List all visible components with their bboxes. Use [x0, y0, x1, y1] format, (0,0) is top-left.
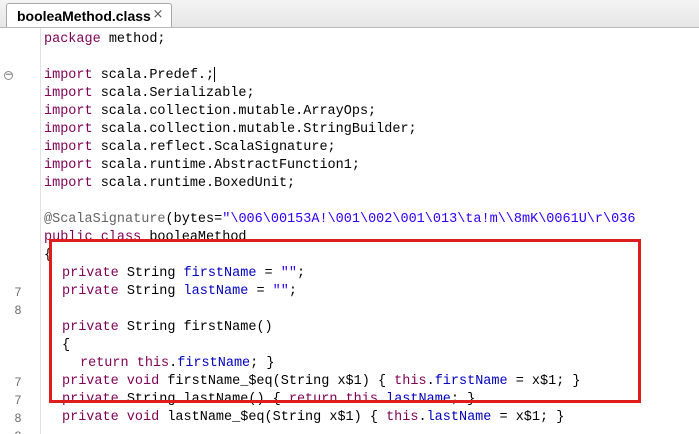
code-text: scala.runtime.BoxedUnit; [92, 176, 296, 191]
code-line-import: import scala.runtime.BoxedUnit; [0, 175, 699, 193]
tab-bar: booleaMethod.class × [0, 0, 699, 28]
string-literal: "\006\00153A!\001\002\001\013\ta!m\\8mK\… [222, 212, 636, 227]
keyword: private void [62, 410, 160, 425]
editor-window: booleaMethod.class × package method; − i… [0, 0, 699, 434]
keyword: import [44, 104, 93, 119]
code-line-import: import scala.runtime.AbstractFunction1; [0, 157, 699, 175]
keyword: import [44, 122, 93, 137]
keyword: import [44, 140, 93, 155]
annotation-name: @ScalaSignature [44, 212, 166, 227]
code-line-setter-lastname: 8 private void lastName_$eq(String x$1) … [0, 409, 699, 434]
code-line-import: import scala.collection.mutable.StringBu… [0, 121, 699, 139]
code-line-import: import scala.reflect.ScalaSignature; [0, 139, 699, 157]
code-line-annotation: @ScalaSignature(bytes="\006\00153A!\001\… [0, 211, 699, 229]
tab-label: booleaMethod.class [17, 8, 151, 24]
code-text: scala.runtime.AbstractFunction1; [92, 158, 360, 173]
tab-booleamethod-class[interactable]: booleaMethod.class × [6, 3, 172, 27]
code-text: method; [100, 32, 166, 47]
line-number: 8 [0, 427, 36, 434]
text-cursor [214, 67, 216, 82]
close-icon[interactable]: × [151, 7, 165, 23]
code-text: scala.collection.mutable.StringBuilder; [92, 122, 417, 137]
code-line-import: − import scala.Predef.; [0, 67, 699, 85]
code-text: = x$1; } [491, 410, 565, 425]
code-text: (bytes= [165, 212, 223, 227]
code-text: lastName_$eq(String x$1) { [159, 410, 387, 425]
code-text: scala.collection.mutable.ArrayOps; [92, 104, 377, 119]
code-text: scala.reflect.ScalaSignature; [92, 140, 336, 155]
code-line-import: import scala.Serializable; [0, 85, 699, 103]
code-text: scala.Predef.; [92, 68, 215, 84]
field-name: lastName [426, 410, 492, 425]
fold-collapse-icon[interactable]: − [4, 71, 13, 80]
keyword: import [44, 86, 93, 101]
code-text: . [418, 410, 427, 425]
code-line-import: import scala.collection.mutable.ArrayOps… [0, 103, 699, 121]
keyword: import [44, 176, 93, 191]
keyword: import [44, 158, 93, 173]
code-line-package: package method; [0, 31, 699, 49]
code-text: scala.Serializable; [92, 86, 255, 101]
keyword: this [386, 410, 419, 425]
keyword: package [44, 32, 101, 47]
red-highlight-box [49, 239, 641, 403]
keyword: import [44, 68, 93, 84]
line-number: 8 [14, 303, 22, 317]
